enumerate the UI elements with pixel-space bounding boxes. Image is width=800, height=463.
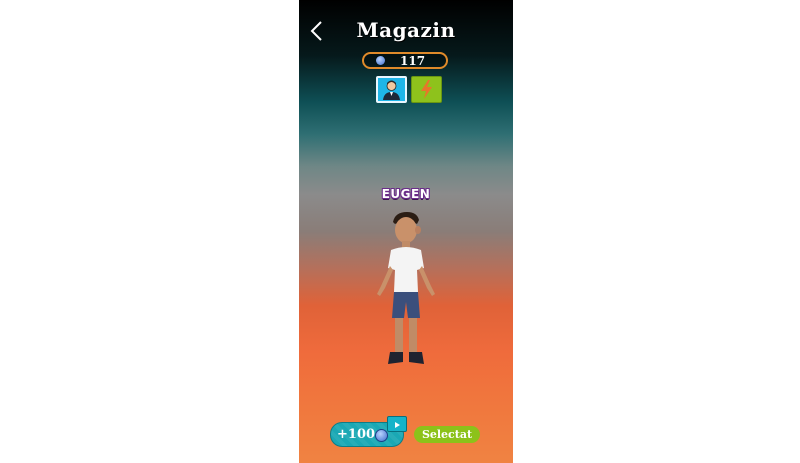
coin-icon: [375, 429, 388, 442]
shop-title: Magazin: [356, 18, 456, 42]
tab-characters[interactable]: [376, 76, 407, 103]
coin-balance: 117: [362, 52, 448, 69]
game-screen: Magazin 117 EUGEN +100 Selectat: [299, 0, 513, 463]
coin-count: 117: [400, 54, 426, 68]
character-model: [377, 212, 435, 364]
play-video-icon: [387, 416, 407, 432]
lightning-icon: [421, 80, 432, 99]
person-icon: [383, 80, 400, 100]
character-name: EUGEN: [381, 187, 431, 201]
tab-powerups[interactable]: [411, 76, 442, 103]
reward-amount: +100: [337, 427, 376, 442]
select-button[interactable]: Selectat: [414, 426, 480, 443]
coin-icon: [376, 56, 385, 65]
